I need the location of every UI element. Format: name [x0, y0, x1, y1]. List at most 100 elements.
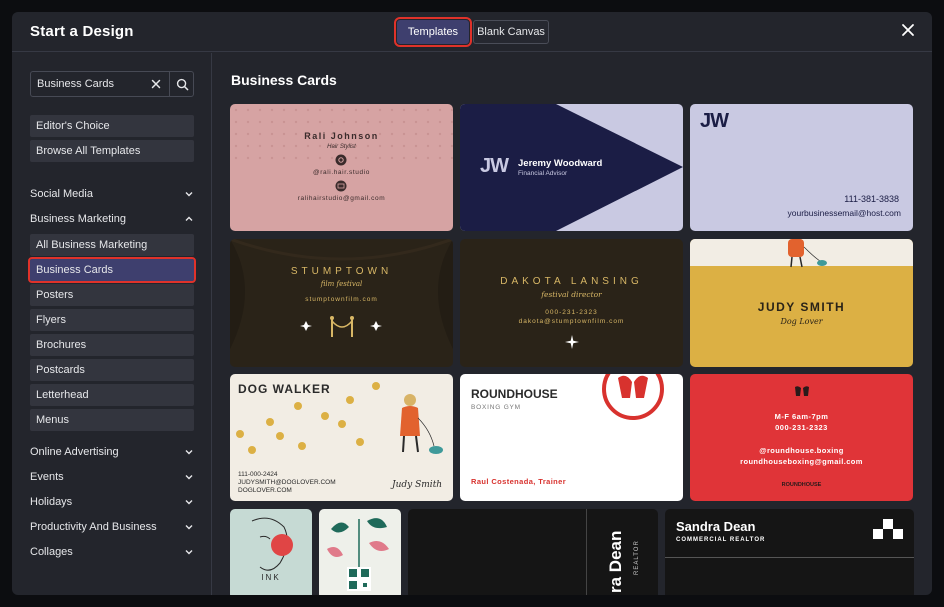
start-design-modal: Start a Design Templates Blank Canvas Ed…: [12, 12, 932, 595]
template-card-roundhouse[interactable]: ROUNDHOUSE BOXING GYM Raul Costenada, Tr…: [460, 374, 683, 501]
browse-all-templates-link[interactable]: Browse All Templates: [30, 140, 194, 162]
category-label: Collages: [30, 546, 73, 558]
chevron-down-icon: [185, 450, 193, 455]
category-label: Productivity And Business: [30, 521, 157, 533]
sub-item-postcards[interactable]: Postcards: [30, 359, 194, 381]
template-card-dakota-lansing[interactable]: DAKOTA LANSING festival director 000-231…: [460, 239, 683, 367]
card-divider: [586, 509, 587, 595]
category-label: Business Marketing: [30, 213, 126, 225]
instagram-icon: [335, 154, 347, 166]
card-hours: M-F 6am-7pm: [774, 412, 829, 421]
card-role: Dog Lover: [780, 317, 823, 326]
category-social-media[interactable]: Social Media: [30, 185, 194, 203]
template-card-dean-vertical[interactable]: ra Dean REALTOR: [408, 509, 658, 595]
card-role: REALTOR: [634, 540, 640, 575]
card-site: DOGLOVER.COM: [238, 487, 292, 494]
card-email: dakota@stumptownfilm.com: [518, 318, 625, 325]
chevron-down-icon: [185, 475, 193, 480]
category-label: Events: [30, 471, 64, 483]
card-role: Financial Advisor: [518, 170, 568, 177]
card-email: ralihairstudio@gmail.com: [297, 195, 386, 202]
clear-search-icon[interactable]: [149, 77, 163, 91]
category-online-advertising[interactable]: Online Advertising: [30, 443, 194, 461]
floral-illustration: [327, 518, 389, 591]
category-holidays[interactable]: Holidays: [30, 493, 194, 511]
boxing-gloves-icon: [795, 386, 809, 396]
chevron-up-icon: [185, 216, 193, 221]
sub-item-business-cards[interactable]: Business Cards: [28, 257, 196, 283]
checker-logo: [873, 519, 903, 539]
sparkle-icon: [565, 335, 579, 349]
card-name: JUDY SMITH: [757, 300, 846, 314]
card-signature: Judy Smith: [392, 480, 443, 490]
modal-header: Start a Design Templates Blank Canvas: [12, 12, 932, 52]
woman-with-dog-illustration: [400, 394, 443, 454]
section-title: Business Cards: [231, 72, 337, 88]
email-icon: [335, 180, 347, 192]
card-brand: ROUNDHOUSE: [781, 482, 822, 488]
template-card-roundhouse-red[interactable]: M-F 6am-7pm 000-231-2323 @roundhouse.box…: [690, 374, 913, 501]
category-events[interactable]: Events: [30, 468, 194, 486]
card-email: yourbusinessemail@host.com: [787, 208, 901, 218]
card-name: Jeremy Woodward: [518, 158, 603, 169]
card-handle: @roundhouse.boxing: [759, 446, 844, 455]
card-name: DAKOTA LANSING: [500, 276, 643, 287]
card-phone: 111-000-2424: [238, 471, 278, 478]
sub-item-letterhead[interactable]: Letterhead: [30, 384, 194, 406]
boxing-gloves-badge: [602, 374, 664, 420]
dog-walker-illustration: [788, 239, 827, 268]
card-email: roundhouseboxing@gmail.com: [740, 457, 863, 466]
category-productivity-and-business[interactable]: Productivity And Business: [30, 518, 194, 536]
chevron-down-icon: [185, 525, 193, 530]
chevron-down-icon: [185, 192, 193, 197]
rope-barrier-icon: [300, 316, 382, 337]
card-name: ra Dean: [606, 530, 625, 593]
search-button[interactable]: [169, 72, 195, 96]
template-card-botanical[interactable]: [319, 509, 401, 595]
card-handle: @rali.hair.studio: [313, 169, 370, 176]
card-label: INK: [261, 573, 281, 582]
chevron-down-icon: [185, 550, 193, 555]
template-card-dog-walker[interactable]: DOG WALKER 111-000-2424 JUDYSMITH@DOGLOV…: [230, 374, 453, 501]
card-logo: JW: [480, 155, 509, 177]
modal-title: Start a Design: [30, 23, 134, 40]
card-name: Rali Johnson: [304, 131, 379, 141]
sub-item-posters[interactable]: Posters: [30, 284, 194, 306]
search-icon: [176, 78, 189, 90]
template-gallery: Business Cards Rali Johnson Hair Stylist…: [213, 53, 932, 595]
sub-item-all-business-marketing[interactable]: All Business Marketing: [30, 234, 194, 256]
card-title: ROUNDHOUSE: [471, 387, 558, 401]
card-phone: 111-381-3838: [844, 194, 899, 204]
curtain-shape: [230, 239, 453, 349]
tab-templates[interactable]: Templates: [394, 17, 472, 47]
category-business-marketing[interactable]: Business Marketing: [30, 210, 194, 228]
card-subtitle: film festival: [320, 280, 363, 288]
card-name: STUMPTOWN: [290, 266, 393, 277]
sidebar: Editor's Choice Browse All Templates Soc…: [12, 53, 212, 595]
card-email: JUDYSMITH@DOGLOVER.COM: [238, 479, 336, 486]
dot-pattern: [230, 104, 453, 164]
category-label: Social Media: [30, 188, 93, 200]
tab-blank-canvas[interactable]: Blank Canvas: [473, 20, 549, 44]
card-phone: 000-231-2323: [545, 309, 598, 316]
template-card-sandra-dean[interactable]: Sandra Dean COMMERCIAL REALTOR: [665, 509, 914, 595]
card-role: Hair Stylist: [327, 144, 356, 150]
sub-item-menus[interactable]: Menus: [30, 409, 194, 431]
sub-item-brochures[interactable]: Brochures: [30, 334, 194, 356]
template-card-jeremy-woodward[interactable]: JW Jeremy Woodward Financial Advisor: [460, 104, 683, 231]
category-collages[interactable]: Collages: [30, 543, 194, 561]
face-line-art: [251, 517, 293, 571]
template-card-judy-smith[interactable]: JUDY SMITH Dog Lover: [690, 239, 913, 367]
template-card-rali-johnson[interactable]: Rali Johnson Hair Stylist @rali.hair.stu…: [230, 104, 453, 231]
card-role: festival director: [541, 290, 602, 299]
template-card-ink[interactable]: INK: [230, 509, 312, 595]
card-url: stumptownfilm.com: [305, 296, 378, 303]
editors-choice-link[interactable]: Editor's Choice: [30, 115, 194, 137]
card-divider: [665, 557, 914, 558]
search-input[interactable]: [31, 72, 147, 96]
close-icon[interactable]: [900, 22, 916, 38]
template-card-stumptown[interactable]: STUMPTOWN film festival stumptownfilm.co…: [230, 239, 453, 367]
template-card-jw-contact[interactable]: JW 111-381-3838 yourbusinessemail@host.c…: [690, 104, 913, 231]
sub-item-flyers[interactable]: Flyers: [30, 309, 194, 331]
search-box: [30, 71, 194, 97]
